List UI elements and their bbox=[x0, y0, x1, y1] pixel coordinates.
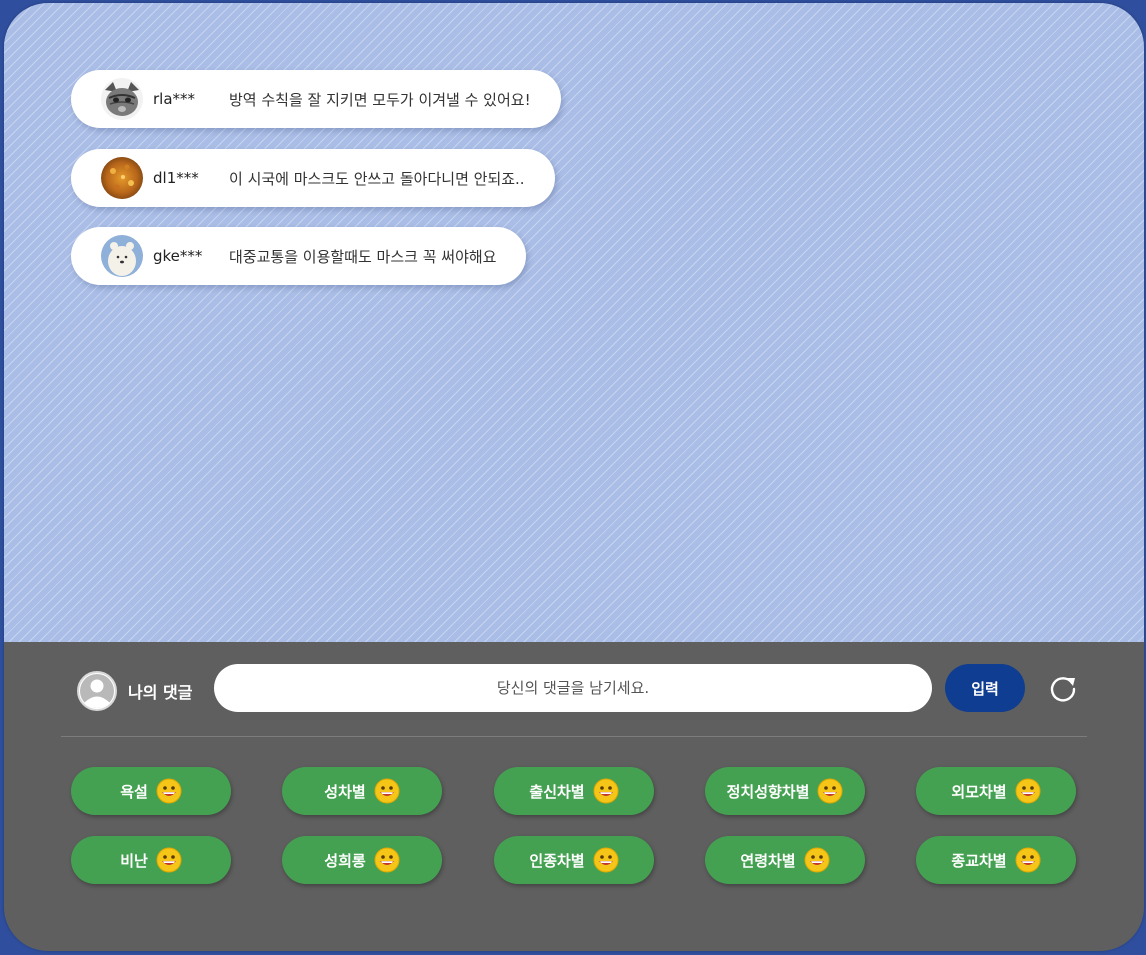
refresh-icon[interactable] bbox=[1048, 674, 1078, 704]
user-profile-icon bbox=[76, 670, 118, 712]
tag-label: 종교차별 bbox=[951, 851, 1007, 870]
tag-label: 정치성향차별 bbox=[726, 782, 810, 801]
smile-emoji-icon bbox=[593, 847, 619, 873]
smile-emoji-icon bbox=[156, 778, 182, 804]
comment-text: 대중교통을 이용할때도 마스크 꼭 써야해요 bbox=[229, 247, 497, 266]
comment-text: 방역 수칙을 잘 지키면 모두가 이겨낼 수 있어요! bbox=[229, 90, 531, 109]
tag-label: 연령차별 bbox=[740, 851, 796, 870]
smile-emoji-icon bbox=[374, 847, 400, 873]
submit-button[interactable]: 입력 bbox=[945, 664, 1025, 712]
comment-composer: 나의 댓글 입력 욕설 성차별 출신차별 정치성향차별 외모차별 bbox=[4, 642, 1144, 951]
comment-panel: rla*** 방역 수칙을 잘 지키면 모두가 이겨낼 수 있어요! dl1**… bbox=[4, 3, 1144, 951]
orange-texture-avatar-icon bbox=[101, 157, 143, 199]
tag-button[interactable]: 종교차별 bbox=[916, 836, 1076, 884]
tag-label: 비난 bbox=[120, 851, 148, 870]
tag-label: 외모차별 bbox=[951, 782, 1007, 801]
tag-label: 성차별 bbox=[324, 782, 366, 801]
divider bbox=[61, 736, 1087, 737]
tag-label: 욕설 bbox=[120, 782, 148, 801]
smile-emoji-icon bbox=[1015, 778, 1041, 804]
smile-emoji-icon bbox=[374, 778, 400, 804]
tag-button[interactable]: 욕설 bbox=[71, 767, 231, 815]
tag-button[interactable]: 외모차별 bbox=[916, 767, 1076, 815]
smile-emoji-icon bbox=[1015, 847, 1041, 873]
polar-bear-avatar-icon bbox=[101, 235, 143, 277]
comment-bubble: rla*** 방역 수칙을 잘 지키면 모두가 이겨낼 수 있어요! bbox=[71, 70, 561, 128]
comment-username: gke*** bbox=[153, 247, 203, 265]
comment-username: rla*** bbox=[153, 90, 196, 108]
tag-button[interactable]: 인종차별 bbox=[494, 836, 654, 884]
cat-avatar-icon bbox=[101, 78, 143, 120]
tag-button[interactable]: 성희롱 bbox=[282, 836, 442, 884]
comment-input[interactable] bbox=[214, 664, 932, 712]
comment-text: 이 시국에 마스크도 안쓰고 돌아다니면 안되죠.. bbox=[229, 169, 525, 188]
smile-emoji-icon bbox=[817, 778, 843, 804]
tag-label: 출신차별 bbox=[529, 782, 585, 801]
comment-username: dl1*** bbox=[153, 169, 199, 187]
tag-button[interactable]: 비난 bbox=[71, 836, 231, 884]
smile-emoji-icon bbox=[593, 778, 619, 804]
tag-label: 인종차별 bbox=[529, 851, 585, 870]
comment-bubble: dl1*** 이 시국에 마스크도 안쓰고 돌아다니면 안되죠.. bbox=[71, 149, 555, 207]
tag-button[interactable]: 출신차별 bbox=[494, 767, 654, 815]
comment-bubble: gke*** 대중교통을 이용할때도 마스크 꼭 써야해요 bbox=[71, 227, 527, 285]
comment-list: rla*** 방역 수칙을 잘 지키면 모두가 이겨낼 수 있어요! dl1**… bbox=[4, 3, 1144, 642]
tag-button[interactable]: 정치성향차별 bbox=[705, 767, 865, 815]
tag-button[interactable]: 성차별 bbox=[282, 767, 442, 815]
smile-emoji-icon bbox=[804, 847, 830, 873]
my-comment-label: 나의 댓글 bbox=[128, 683, 193, 702]
smile-emoji-icon bbox=[156, 847, 182, 873]
tag-label: 성희롱 bbox=[324, 851, 366, 870]
tag-button[interactable]: 연령차별 bbox=[705, 836, 865, 884]
